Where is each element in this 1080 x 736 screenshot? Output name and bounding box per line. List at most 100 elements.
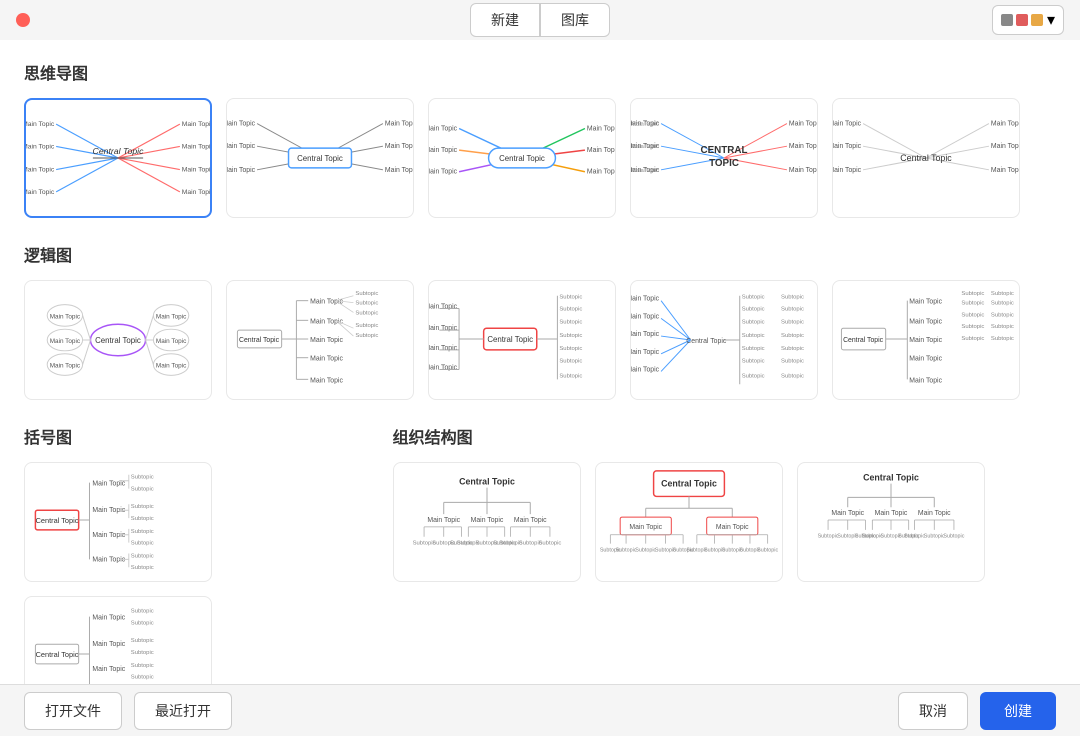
svg-text:Subtopic: Subtopic bbox=[355, 333, 378, 339]
svg-text:Subtopic: Subtopic bbox=[991, 312, 1014, 318]
svg-text:Main Topic: Main Topic bbox=[909, 377, 942, 384]
template-lg2[interactable]: Central Topic Main Topic Main Topic Main… bbox=[226, 280, 414, 400]
template-lg3[interactable]: Central Topic Main Topic Main Topic Main… bbox=[428, 280, 616, 400]
svg-text:Main Topic: Main Topic bbox=[26, 167, 55, 174]
svg-text:Main Topic: Main Topic bbox=[385, 121, 413, 128]
svg-text:Subtopic: Subtopic bbox=[904, 534, 925, 540]
traffic-light-close[interactable] bbox=[16, 13, 30, 27]
svg-text:Main Topic: Main Topic bbox=[429, 304, 458, 311]
svg-text:Subtopic: Subtopic bbox=[742, 319, 765, 325]
svg-text:Subtopic: Subtopic bbox=[961, 312, 984, 318]
svg-text:Subtopic: Subtopic bbox=[131, 650, 154, 656]
svg-text:Main Topic: Main Topic bbox=[310, 377, 343, 384]
svg-text:Subtopic: Subtopic bbox=[742, 346, 765, 352]
svg-text:Central Topic: Central Topic bbox=[36, 516, 79, 525]
svg-text:Subtopic: Subtopic bbox=[991, 336, 1014, 342]
svg-text:Main Topic: Main Topic bbox=[789, 121, 817, 128]
svg-text:Subtopic: Subtopic bbox=[131, 529, 154, 535]
svg-text:Main Topic: Main Topic bbox=[429, 345, 458, 352]
theme-dot-gray bbox=[1001, 14, 1013, 26]
svg-text:Subtopic: Subtopic bbox=[615, 548, 636, 554]
template-mm2[interactable]: Central Topic Main Topic Main Topic Main… bbox=[226, 98, 414, 218]
template-lg5[interactable]: Central Topic Main Topic Main Topic Main… bbox=[832, 280, 1020, 400]
template-org3[interactable]: Central Topic Main Topic Main Topic Main… bbox=[797, 462, 985, 582]
template-org2[interactable]: Central Topic Main Topic Main Topic bbox=[595, 462, 783, 582]
svg-text:Main Topic: Main Topic bbox=[715, 524, 748, 531]
svg-text:Main Topic: Main Topic bbox=[909, 299, 942, 306]
svg-text:Central Topic: Central Topic bbox=[487, 335, 533, 344]
main-content: 思维导图 Central Topic Main Topic Main Topic bbox=[0, 40, 1080, 736]
cancel-button[interactable]: 取消 bbox=[898, 692, 968, 730]
svg-text:Main Topic: Main Topic bbox=[92, 615, 125, 622]
svg-text:Central Topic: Central Topic bbox=[661, 479, 717, 489]
svg-text:Main Topic: Main Topic bbox=[427, 517, 460, 524]
svg-text:Subtopic: Subtopic bbox=[131, 565, 154, 571]
theme-chevron: ▾ bbox=[1047, 10, 1055, 30]
svg-text:Subtopic: Subtopic bbox=[559, 346, 582, 352]
svg-text:Main Topic: Main Topic bbox=[50, 313, 81, 320]
svg-text:CENTRAL: CENTRAL bbox=[701, 145, 748, 156]
svg-text:Maia Topic: Maia Topic bbox=[631, 144, 659, 150]
recent-files-button[interactable]: 最近打开 bbox=[134, 692, 232, 730]
svg-text:Subtopic: Subtopic bbox=[131, 663, 154, 669]
svg-text:Subtopic: Subtopic bbox=[559, 359, 582, 365]
template-lg1[interactable]: Central Topic Main Topic Main Topic Main… bbox=[24, 280, 212, 400]
template-mm4[interactable]: CENTRAL TOPIC Main Topic Main Topic Main… bbox=[630, 98, 818, 218]
create-button[interactable]: 创建 bbox=[980, 692, 1056, 730]
svg-text:Central Topic: Central Topic bbox=[93, 146, 145, 156]
svg-text:Main Topic: Main Topic bbox=[429, 125, 458, 132]
org-grid: Central Topic Main Topic Main Topic Main… bbox=[393, 462, 1056, 582]
svg-text:Main Topic: Main Topic bbox=[156, 338, 187, 345]
section-title-mindmap: 思维导图 bbox=[24, 60, 1056, 84]
svg-text:Maia Topic: Maia Topic bbox=[631, 122, 659, 128]
template-mm3[interactable]: Central Topic Main Topic Main Topic Main… bbox=[428, 98, 616, 218]
svg-text:Main Topic: Main Topic bbox=[429, 365, 458, 372]
svg-text:Subtopic: Subtopic bbox=[559, 333, 582, 339]
svg-text:Main Topic: Main Topic bbox=[156, 363, 187, 370]
svg-text:Main Topic: Main Topic bbox=[227, 121, 256, 128]
template-mm1[interactable]: Central Topic Main Topic Main Topic Main… bbox=[24, 98, 212, 218]
svg-text:Main Topic: Main Topic bbox=[631, 349, 660, 356]
svg-text:Main Topic: Main Topic bbox=[385, 167, 413, 174]
svg-text:Main Topic: Main Topic bbox=[917, 510, 950, 517]
svg-text:Subtopic: Subtopic bbox=[961, 336, 984, 342]
theme-selector[interactable]: ▾ bbox=[992, 5, 1064, 35]
open-file-button[interactable]: 打开文件 bbox=[24, 692, 122, 730]
svg-text:Main Topic: Main Topic bbox=[50, 363, 81, 370]
svg-text:Main Topic: Main Topic bbox=[429, 169, 458, 176]
svg-text:Main Topic: Main Topic bbox=[587, 125, 615, 132]
svg-text:Subtopic: Subtopic bbox=[991, 324, 1014, 330]
tab-new[interactable]: 新建 bbox=[470, 3, 540, 37]
svg-text:Subtopic: Subtopic bbox=[559, 295, 582, 301]
svg-text:Main Topic: Main Topic bbox=[631, 296, 660, 303]
svg-text:Subtopic: Subtopic bbox=[781, 359, 804, 365]
template-br1[interactable]: Central Topic Main Topic Main Topic Main… bbox=[24, 462, 212, 582]
svg-text:Main Topic: Main Topic bbox=[429, 325, 458, 332]
svg-text:Main Topic: Main Topic bbox=[429, 147, 458, 154]
svg-text:Main Topic: Main Topic bbox=[833, 143, 862, 150]
svg-text:Subtopic: Subtopic bbox=[742, 359, 765, 365]
svg-text:Maia Topic: Maia Topic bbox=[631, 168, 659, 174]
section-title-logic: 逻辑图 bbox=[24, 242, 1056, 266]
bottom-right-actions: 取消 创建 bbox=[898, 692, 1056, 730]
svg-text:TOPIC: TOPIC bbox=[709, 158, 739, 169]
mindmap-grid: Central Topic Main Topic Main Topic Main… bbox=[24, 98, 1056, 218]
svg-text:Main Topic: Main Topic bbox=[227, 167, 256, 174]
svg-text:Subtopic: Subtopic bbox=[538, 541, 561, 547]
template-lg4[interactable]: Main Topic Main Topic Main Topic Main To… bbox=[630, 280, 818, 400]
bottom-bar: 打开文件 最近打开 取消 创建 bbox=[0, 684, 1080, 736]
svg-text:Subtopic: Subtopic bbox=[742, 373, 765, 379]
svg-text:Main Topic: Main Topic bbox=[874, 510, 907, 517]
svg-text:Main Topic: Main Topic bbox=[991, 167, 1019, 174]
svg-text:Subtopic: Subtopic bbox=[991, 291, 1014, 297]
svg-text:Subtopic: Subtopic bbox=[131, 487, 154, 493]
svg-text:Main Topic: Main Topic bbox=[831, 510, 864, 517]
svg-text:Subtopic: Subtopic bbox=[131, 553, 154, 559]
template-org1[interactable]: Central Topic Main Topic Main Topic Main… bbox=[393, 462, 581, 582]
svg-text:Main Topic: Main Topic bbox=[92, 666, 125, 673]
svg-text:Subtopic: Subtopic bbox=[131, 621, 154, 627]
svg-text:Main Topic: Main Topic bbox=[991, 121, 1019, 128]
template-mm5[interactable]: Central Topic Main Topic Main Topic Main… bbox=[832, 98, 1020, 218]
svg-text:Subtopic: Subtopic bbox=[943, 534, 964, 540]
tab-gallery[interactable]: 图库 bbox=[540, 3, 610, 37]
